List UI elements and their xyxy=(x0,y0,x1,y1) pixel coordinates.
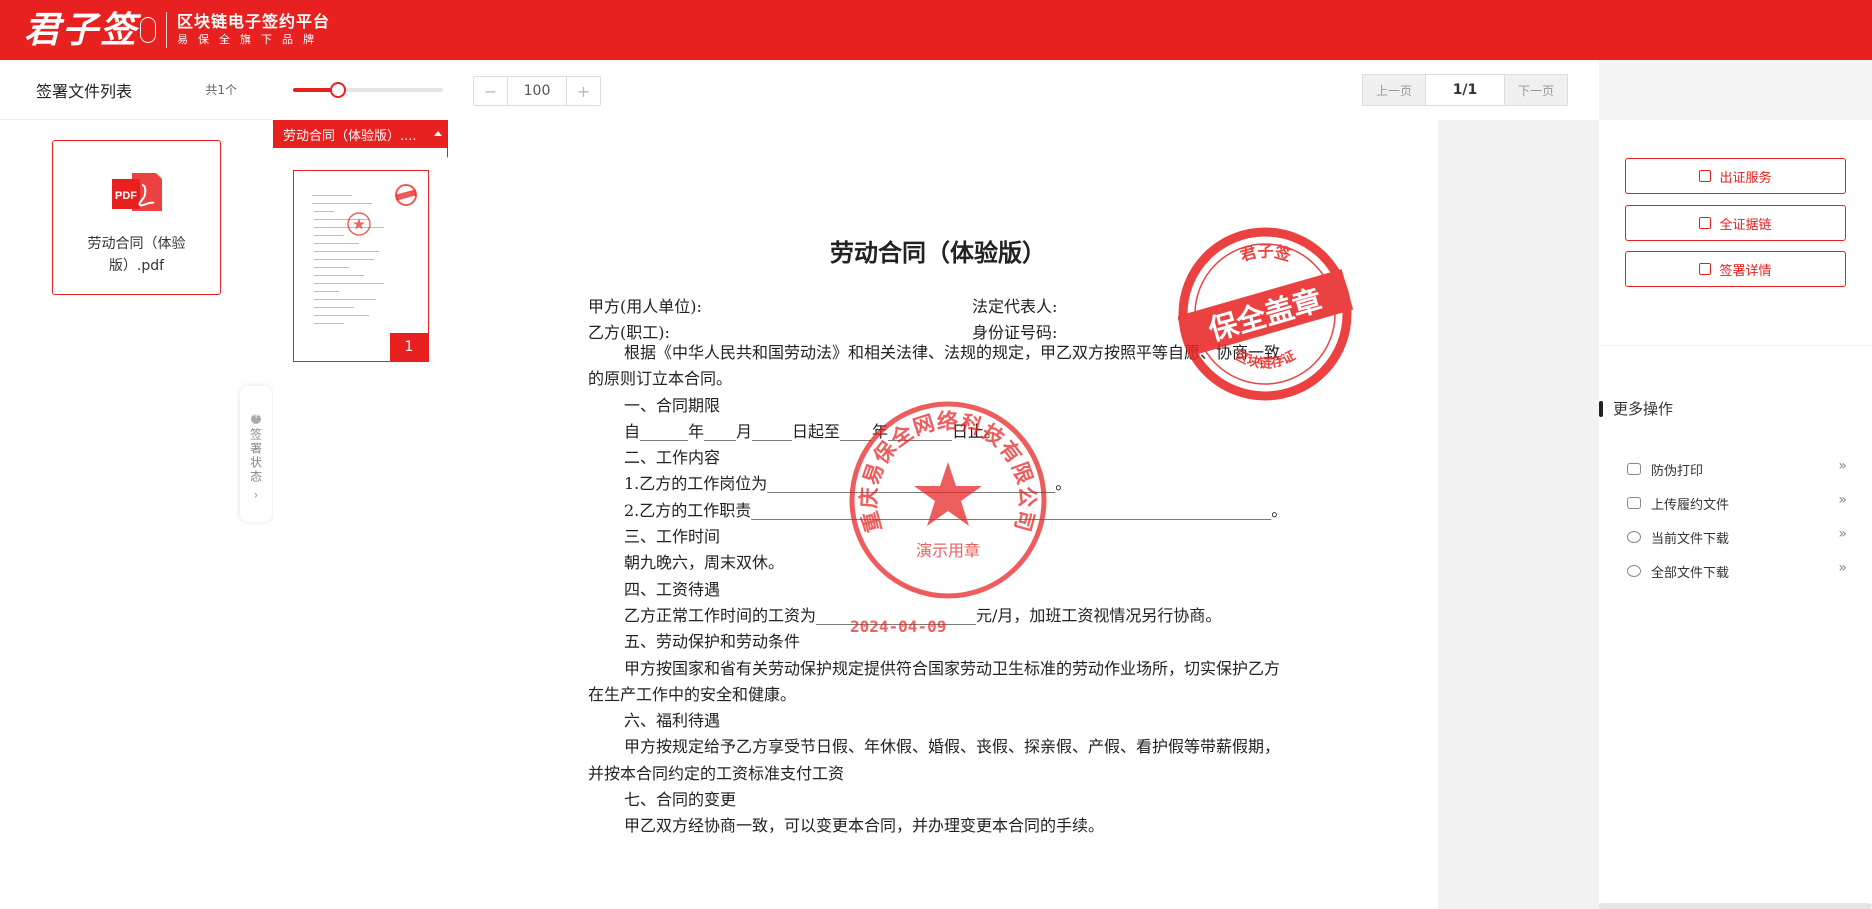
download-all-item[interactable]: 全部文件下载 » xyxy=(1627,558,1847,584)
upload-performance-item[interactable]: 上传履约文件 » xyxy=(1627,490,1847,516)
file-count: 共1个 xyxy=(205,83,237,97)
hammer-icon xyxy=(1699,170,1712,182)
platform-title: 区块链电子签约平台 xyxy=(177,12,331,31)
sign-status-label: 签署状态 xyxy=(248,428,263,484)
company-stamp: 重庆易保全网络科技有限公司 演示用章 xyxy=(849,401,1047,599)
thumbnail-text-line xyxy=(314,211,334,212)
thumbnail-text-line xyxy=(314,307,354,308)
thumbnail-text-line xyxy=(314,275,364,276)
file-name: 劳动合同（体验版）.pdf xyxy=(87,236,186,274)
pager: 上一页 1/1 下一页 xyxy=(1362,74,1568,106)
double-chevron-icon: » xyxy=(1838,526,1847,542)
viewer-toolbar: − 100 + 上一页 1/1 下一页 xyxy=(273,60,1599,120)
platform-subtitle: 易保全旗下品牌 xyxy=(177,33,325,46)
anti-fake-print-label: 防伪打印 xyxy=(1651,463,1704,479)
plus-circle-icon xyxy=(251,410,261,424)
upload-performance-label: 上传履约文件 xyxy=(1651,497,1730,513)
next-page-button[interactable]: 下一页 xyxy=(1505,75,1567,105)
thumbnail-text-line xyxy=(314,251,379,252)
double-chevron-icon: » xyxy=(1838,492,1847,508)
svg-text:君子签: 君子签 xyxy=(1238,242,1294,265)
document-icon xyxy=(1699,263,1712,275)
double-chevron-icon: » xyxy=(1838,560,1847,576)
actions-panel: 出证服务 全证据链 签署详情 更多操作 防伪打印 » 上传履约文件 » 当前文件… xyxy=(1599,120,1872,909)
logo-text: 区块链电子签约平台 易保全旗下品牌 xyxy=(177,12,330,48)
prev-page-button[interactable]: 上一页 xyxy=(1363,75,1425,105)
thumbnail-text-line xyxy=(314,283,384,284)
thumbnail-text-line xyxy=(312,203,372,204)
zoom-stepper: − 100 + xyxy=(473,76,601,106)
thumbnail-text-line xyxy=(312,195,352,196)
top-header: 君子签 区块链电子签约平台 易保全旗下品牌 xyxy=(0,0,1872,60)
more-actions-title: 更多操作 xyxy=(1599,398,1674,419)
thumbnail-text-line xyxy=(314,235,344,236)
download-current-item[interactable]: 当前文件下载 » xyxy=(1627,524,1847,550)
printer-icon xyxy=(1627,463,1641,475)
seal-top-text: 君子签 xyxy=(1238,242,1294,265)
document-paragraph: 甲方按规定给予乙方享受节日假、年休假、婚假、丧假、探亲假、产假、看护假等带薪假期… xyxy=(588,737,1281,783)
document-paragraph: 甲乙双方经协商一致，可以变更本合同，并办理变更本合同的手续。 xyxy=(624,816,1105,836)
download-all-label: 全部文件下载 xyxy=(1651,565,1730,581)
thumbnail-seal-icon xyxy=(395,184,417,206)
thumbnail-text-line xyxy=(314,299,376,300)
file-list-title: 签署文件列表 xyxy=(36,81,133,101)
thumbnail-text-line xyxy=(314,291,339,292)
zoom-in-button[interactable]: + xyxy=(567,77,600,105)
document-paragraph: 七、合同的变更 xyxy=(624,790,737,810)
sign-status-tab[interactable]: 签署状态 › xyxy=(240,386,272,522)
pdf-icon-label: PDF xyxy=(115,190,137,202)
zoom-slider[interactable] xyxy=(293,82,443,98)
logo-brand: 君子签 xyxy=(24,9,139,51)
thumbnail-text-line xyxy=(314,259,374,260)
sign-details-label: 签署详情 xyxy=(1719,263,1772,279)
party-a-label: 甲方(用人单位): xyxy=(588,297,702,316)
file-list-panel: 签署文件列表 共1个 PDF 劳动合同（体验版）.pdf xyxy=(0,60,273,909)
download-current-label: 当前文件下载 xyxy=(1651,531,1730,547)
document-page: 劳动合同（体验版） 甲方(用人单位): 法定代表人: 乙方(职工): 身份证号码… xyxy=(448,120,1438,909)
evidence-chain-label: 全证据链 xyxy=(1719,217,1772,233)
svg-text:区块链存证: 区块链存证 xyxy=(1233,348,1298,371)
double-chevron-icon: » xyxy=(1838,458,1847,474)
sign-details-button[interactable]: 签署详情 xyxy=(1625,251,1846,287)
certificate-service-label: 出证服务 xyxy=(1719,170,1772,186)
anti-fake-print-item[interactable]: 防伪打印 » xyxy=(1627,456,1847,482)
file-list-header: 签署文件列表 共1个 xyxy=(0,60,273,120)
zoom-out-button[interactable]: − xyxy=(474,77,507,105)
printer-icon xyxy=(1627,497,1641,509)
page-thumbnail[interactable]: 1 xyxy=(293,170,429,362)
page-indicator[interactable]: 1/1 xyxy=(1425,75,1505,105)
thumbnail-text-line xyxy=(314,267,349,268)
section-marker xyxy=(1599,400,1603,417)
page-number-badge: 1 xyxy=(390,333,428,361)
document-paragraph: 六、福利待遇 xyxy=(624,711,721,731)
more-actions-label: 更多操作 xyxy=(1613,400,1674,418)
seal-bottom-text: 区块链存证 xyxy=(1233,348,1298,371)
logo-divider xyxy=(166,12,168,48)
stamp-date: 2024-04-09 xyxy=(850,617,947,636)
copy-icon xyxy=(1699,217,1712,229)
logo[interactable]: 君子签 区块链电子签约平台 易保全旗下品牌 xyxy=(24,12,330,48)
evidence-chain-button[interactable]: 全证据链 xyxy=(1625,205,1846,241)
thumbnail-text-line xyxy=(314,243,359,244)
horizontal-scrollbar[interactable] xyxy=(1599,903,1872,909)
file-card[interactable]: PDF 劳动合同（体验版）.pdf xyxy=(52,140,221,295)
thumbnail-panel: 劳动合同（体验版）.... 1 xyxy=(273,120,448,909)
stamp-demo-text: 演示用章 xyxy=(916,541,980,560)
document-paragraph: 甲方按国家和省有关劳动保护规定提供符合国家劳动卫生标准的劳动作业场所，切实保护乙… xyxy=(588,658,1281,704)
zoom-value[interactable]: 100 xyxy=(507,77,567,105)
thumbnail-stamp-icon xyxy=(347,212,371,236)
logo-mark-icon xyxy=(140,17,157,43)
cloud-download-icon xyxy=(1627,531,1641,543)
document-viewer[interactable]: 劳动合同（体验版） 甲方(用人单位): 法定代表人: 乙方(职工): 身份证号码… xyxy=(448,120,1599,909)
thumbnail-doc-name[interactable]: 劳动合同（体验版）.... xyxy=(273,120,448,148)
preservation-seal: 君子签 保全盖章 区块链存证 xyxy=(1178,227,1353,401)
certificate-service-button[interactable]: 出证服务 xyxy=(1625,158,1846,194)
chevron-right-icon: › xyxy=(253,488,259,502)
thumbnail-text-line xyxy=(314,315,369,316)
zoom-slider-handle[interactable] xyxy=(330,82,346,98)
thumbnail-text-line xyxy=(314,323,344,324)
legal-rep-label: 法定代表人: xyxy=(972,297,1058,316)
cloud-download-icon xyxy=(1627,565,1641,577)
pdf-file-icon: PDF xyxy=(111,171,162,217)
